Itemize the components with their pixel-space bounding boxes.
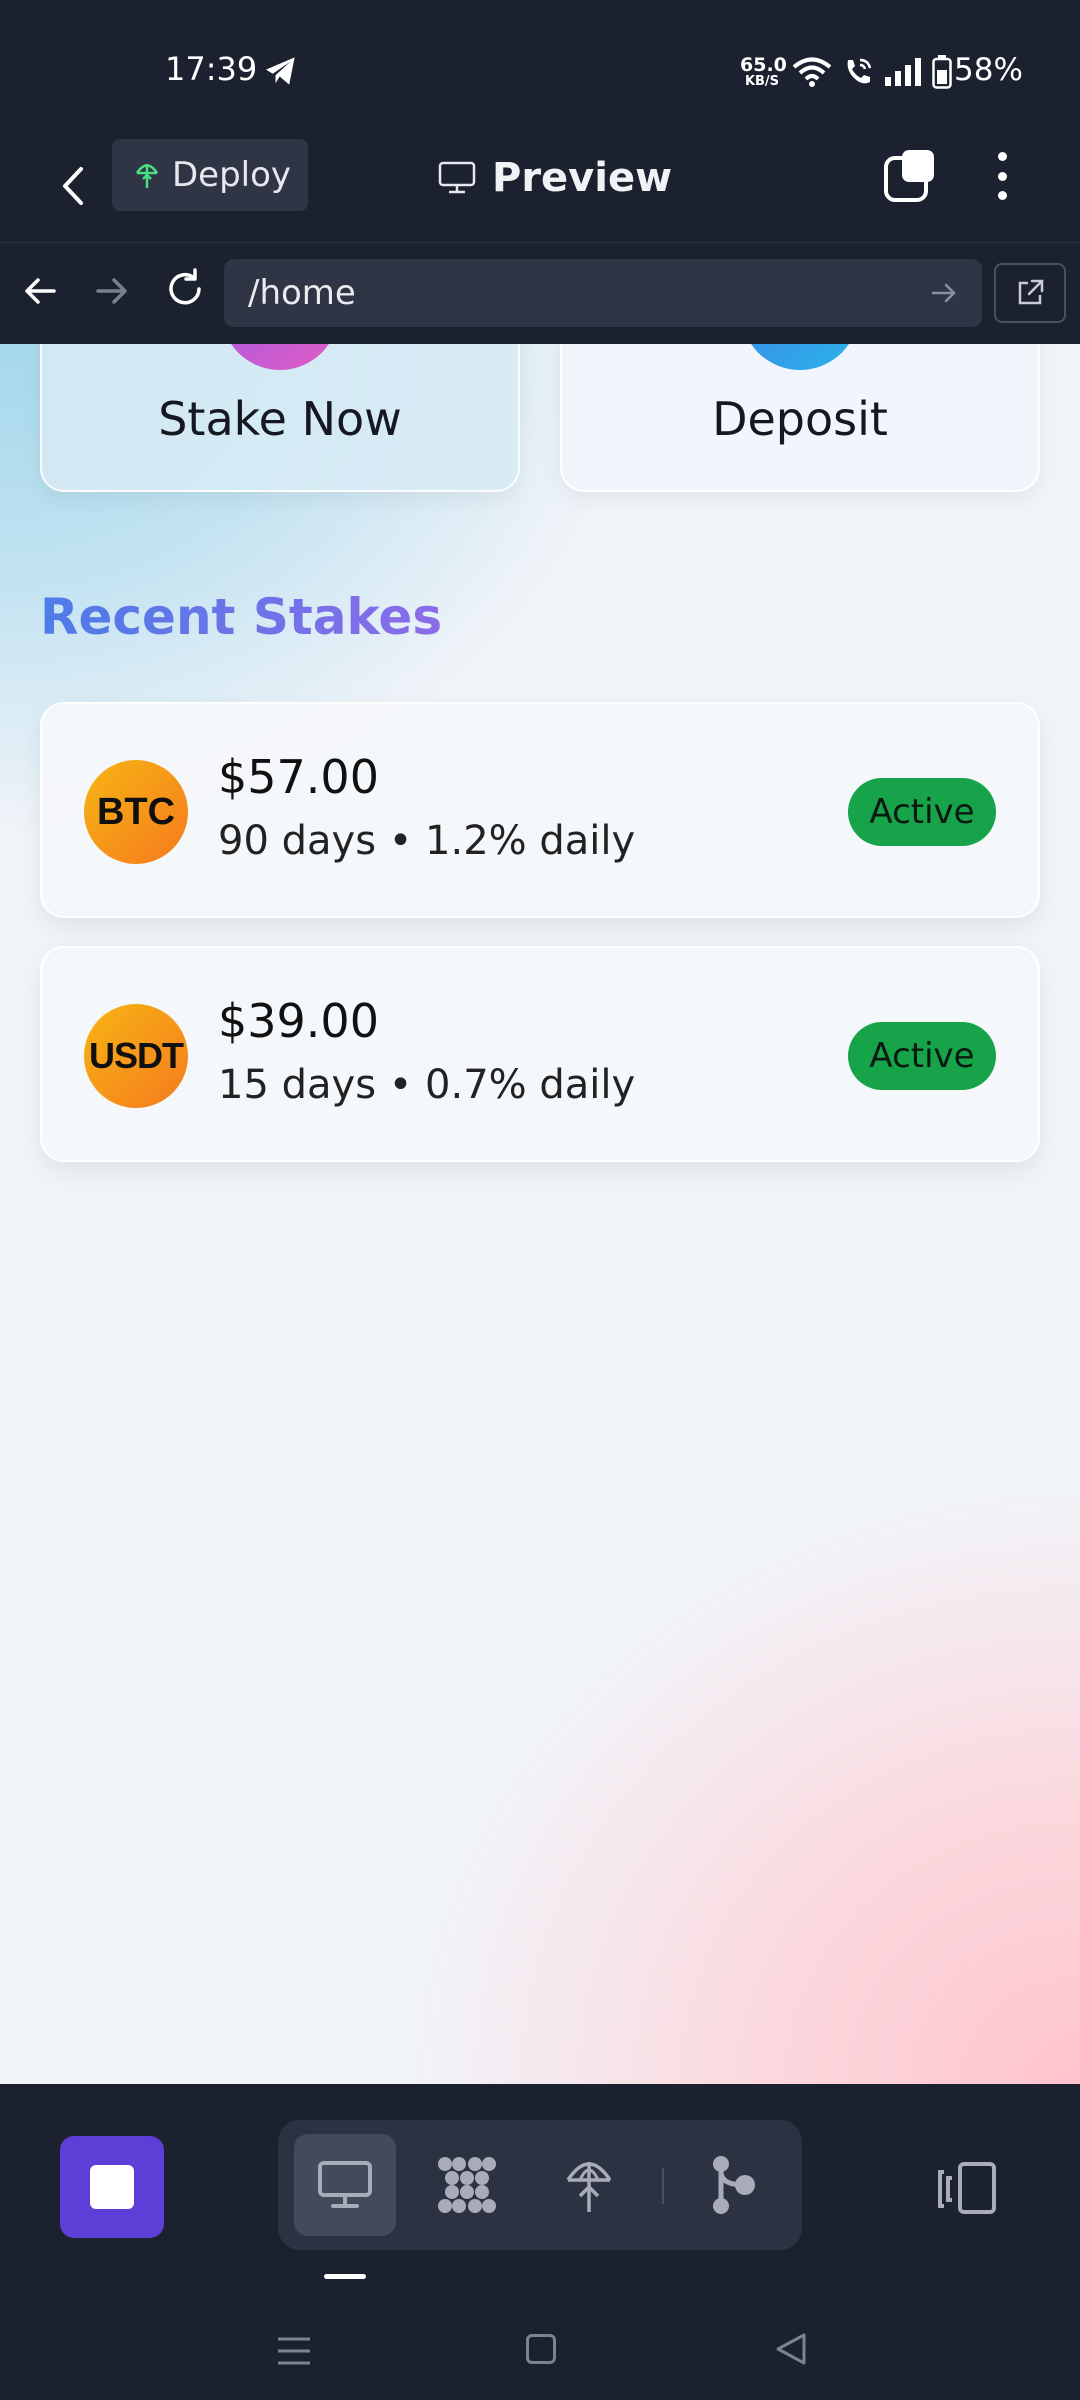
- dot-icon: [997, 152, 1007, 161]
- stake-amount: $57.00: [218, 750, 379, 804]
- usdt-coin-icon: USDT: [84, 1004, 188, 1108]
- app-header: Deploy Preview: [0, 130, 1080, 242]
- signal-icon: [885, 58, 921, 86]
- preview-tab[interactable]: [294, 2134, 396, 2236]
- deploy-button[interactable]: Deploy: [112, 139, 308, 211]
- deposit-label: Deposit: [712, 392, 888, 446]
- btc-coin-icon: BTC: [84, 760, 188, 864]
- browser-forward-button[interactable]: [92, 271, 132, 311]
- deposit-icon: [741, 344, 859, 370]
- dot-icon: [997, 171, 1007, 181]
- browser-bar: /home: [0, 242, 1080, 344]
- branch-icon: [713, 2156, 755, 2214]
- browser-back-button[interactable]: [20, 271, 60, 311]
- deploy-tab[interactable]: [538, 2134, 640, 2236]
- status-icons: [792, 52, 952, 92]
- recent-apps-button[interactable]: [276, 2336, 312, 2366]
- dot-icon: [997, 191, 1007, 200]
- back-button[interactable]: [48, 150, 98, 222]
- stake-item[interactable]: USDT $39.00 15 days • 0.7% daily Active: [40, 946, 1040, 1162]
- canvas-tab[interactable]: [416, 2134, 518, 2236]
- arrow-right-icon[interactable]: [930, 279, 958, 307]
- reload-button[interactable]: [163, 267, 207, 311]
- open-external-button[interactable]: [994, 263, 1066, 323]
- deploy-icon: [135, 164, 159, 188]
- battery-icon: [932, 55, 952, 89]
- device-toggle-icon[interactable]: [936, 2160, 1000, 2216]
- system-navigation-bar: [0, 2300, 1080, 2400]
- web-preview: Stake Now Deposit Recent Stakes BTC $57.…: [0, 344, 1080, 2084]
- preview-label: Preview: [492, 155, 673, 201]
- battery-percent: 58%: [954, 52, 1023, 88]
- url-text: /home: [248, 273, 356, 313]
- tabs-button[interactable]: [884, 148, 936, 204]
- system-back-button[interactable]: [774, 2332, 808, 2366]
- divider: [662, 2168, 664, 2204]
- home-button[interactable]: [526, 2334, 556, 2364]
- stake-now-label: Stake Now: [158, 392, 402, 446]
- wifi-icon: [792, 57, 832, 87]
- status-badge: Active: [848, 1022, 996, 1090]
- status-bar: 17:39 65.0 KB/S 58%: [0, 0, 1080, 130]
- view-switcher: [278, 2120, 802, 2250]
- stake-now-card[interactable]: Stake Now: [40, 344, 520, 492]
- bottom-toolbar: [0, 2084, 1080, 2300]
- stake-detail: 15 days • 0.7% daily: [218, 1062, 636, 1108]
- recent-stakes-title: Recent Stakes: [40, 588, 443, 646]
- more-options-button[interactable]: [984, 146, 1020, 206]
- active-tab-indicator: [324, 2274, 366, 2279]
- deposit-card[interactable]: Deposit: [560, 344, 1040, 492]
- deploy-icon: [566, 2162, 612, 2212]
- stake-detail: 90 days • 1.2% daily: [218, 818, 636, 864]
- git-tab[interactable]: [682, 2134, 784, 2236]
- stake-icon: [221, 344, 339, 370]
- monitor-icon: [438, 161, 476, 194]
- telegram-icon: [266, 57, 295, 85]
- stake-item[interactable]: BTC $57.00 90 days • 1.2% daily Active: [40, 702, 1040, 918]
- url-input[interactable]: /home: [224, 259, 982, 327]
- network-speed: 65.0 KB/S: [740, 54, 787, 89]
- wifi-call-icon: [847, 58, 872, 84]
- desktop-icon: [318, 2161, 372, 2208]
- stop-icon: [90, 2165, 134, 2209]
- stake-amount: $39.00: [218, 994, 379, 1048]
- grid-dots-icon: [438, 2157, 496, 2213]
- chevron-left-icon: [63, 167, 83, 205]
- status-time: 17:39: [165, 50, 258, 88]
- stop-button[interactable]: [60, 2136, 164, 2238]
- status-badge: Active: [848, 778, 996, 846]
- external-link-icon: [1018, 279, 1044, 305]
- deploy-label: Deploy: [172, 155, 292, 195]
- preview-title: Preview: [438, 150, 672, 206]
